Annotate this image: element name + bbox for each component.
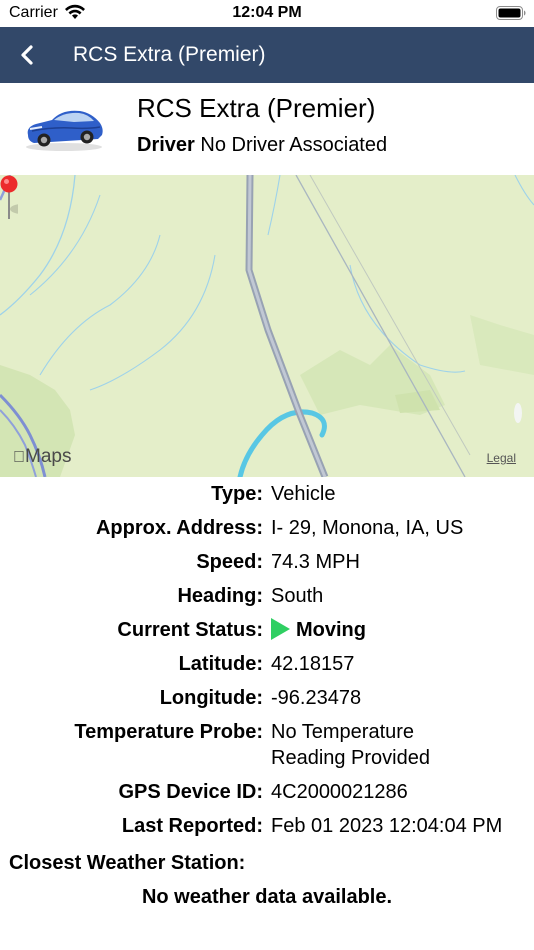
detail-value: Moving [263,617,534,643]
detail-row-temperature: Temperature Probe: No Temperature Readin… [0,719,534,771]
car-icon [26,110,103,151]
weather-message: No weather data available. [141,886,393,908]
status-bar: Carrier 12:04 PM [0,0,534,27]
vehicle-name: RCS Extra (Premier) [137,93,376,123]
driver-label: Driver [137,134,195,156]
detail-value: 4C2000021286 [271,781,408,803]
play-icon [271,618,290,640]
detail-label: Approx. Address: [95,517,263,539]
detail-row-speed: Speed: 74.3 MPH [0,549,534,575]
detail-row-heading: Heading: South [0,583,534,609]
detail-row-address: Approx. Address: I- 29, Monona, IA, US [0,515,534,541]
weather-station-label: Closest Weather Station: [9,852,246,874]
map-pin-icon[interactable] [0,175,18,221]
vehicle-header: RCS Extra (Premier) Driver No Driver Ass… [0,83,534,175]
detail-row-gps-id: GPS Device ID: 4C2000021286 [0,779,534,805]
apple-maps-logo: Maps [13,446,71,468]
detail-value: Feb 01 2023 12:04:04 PM [271,815,503,837]
detail-label: Last Reported: [121,815,263,837]
detail-value: Vehicle [271,483,336,505]
page-title: RCS Extra (Premier) [73,43,266,66]
driver-line: Driver No Driver Associated [137,134,387,157]
detail-row-latitude: Latitude: 42.18157 [0,651,534,677]
chevron-left-icon[interactable] [14,41,40,69]
detail-label: Current Status: [117,619,263,641]
detail-value: I- 29, Monona, IA, US [271,517,464,539]
apple-icon:  [13,449,25,466]
maps-logo-text: Maps [13,446,71,467]
detail-label: Speed: [196,551,263,573]
detail-label: Latitude: [178,653,263,675]
battery-icon [496,6,526,20]
detail-value: 42.18157 [271,653,355,675]
detail-row-type: Type: Vehicle [0,481,534,507]
status-text: Moving [296,619,366,641]
vehicle-map[interactable]: Maps Legal [0,175,534,477]
detail-label: Longitude: [159,687,263,709]
detail-value: South [271,585,324,607]
detail-value: 74.3 MPH [271,551,360,573]
driver-value: No Driver Associated [200,134,388,156]
legal-link[interactable]: Legal [487,451,516,465]
vehicle-details: Type: Vehicle Approx. Address: I- 29, Mo… [0,481,534,847]
clock: 12:04 PM [232,4,302,21]
detail-value: No Temperature Reading Provided [271,721,430,769]
detail-row-longitude: Longitude: -96.23478 [0,685,534,711]
detail-row-last-reported: Last Reported: Feb 01 2023 12:04:04 PM [0,813,534,839]
map-terrain [0,175,534,477]
detail-value: -96.23478 [271,687,362,709]
detail-row-status: Current Status: Moving [0,617,534,643]
navigation-bar: RCS Extra (Premier) [0,27,534,83]
detail-label: Heading: [177,585,263,607]
detail-label: Temperature Probe: [74,721,263,743]
detail-label: Type: [211,483,263,505]
detail-label: GPS Device ID: [118,781,263,803]
